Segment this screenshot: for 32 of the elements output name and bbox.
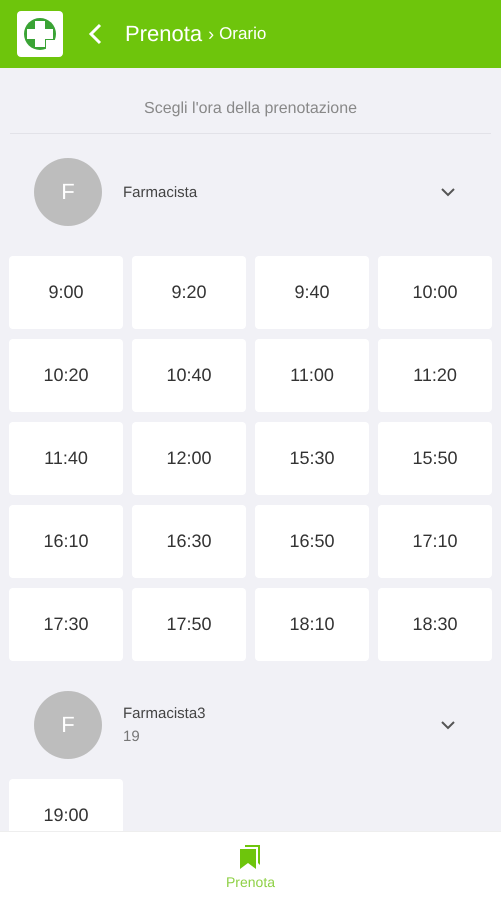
time-slot-button[interactable]: 15:50 — [378, 422, 492, 495]
time-slot-button[interactable]: 15:30 — [255, 422, 369, 495]
bookmarks-icon — [238, 844, 262, 870]
time-slot-button[interactable]: 11:20 — [378, 339, 492, 412]
time-slot-button[interactable]: 16:10 — [9, 505, 123, 578]
time-slot-button[interactable]: 16:50 — [255, 505, 369, 578]
pharmacist-name: Farmacista3 — [123, 705, 207, 722]
instruction-text: Scegli l'ora della prenotazione — [10, 100, 491, 134]
time-slot-button[interactable]: 11:40 — [9, 422, 123, 495]
time-slot-button[interactable]: 10:00 — [378, 256, 492, 329]
time-slot-button[interactable]: 17:50 — [132, 588, 246, 661]
time-slot-button[interactable]: 9:20 — [132, 256, 246, 329]
page-subtitle: Orario — [219, 24, 266, 44]
pharmacist-detail: 19 — [123, 728, 141, 745]
page-title: Prenota — [125, 21, 202, 47]
time-slot-button[interactable]: 17:30 — [9, 588, 123, 661]
time-slot-button[interactable]: 10:20 — [9, 339, 123, 412]
time-slot-button[interactable]: 16:30 — [132, 505, 246, 578]
time-slot-button[interactable]: 19:00 — [9, 779, 123, 831]
avatar: F — [34, 691, 102, 759]
avatar: F — [34, 158, 102, 226]
pharmacist-name: Farmacista — [123, 184, 198, 200]
time-slot-button[interactable]: 9:00 — [9, 256, 123, 329]
time-slot-button[interactable]: 18:30 — [378, 588, 492, 661]
time-slot-button[interactable]: 11:00 — [255, 339, 369, 412]
time-slot-button[interactable]: 9:40 — [255, 256, 369, 329]
time-slot-button[interactable]: 12:00 — [132, 422, 246, 495]
breadcrumb-separator: › — [208, 24, 214, 44]
time-slot-button[interactable]: 10:40 — [132, 339, 246, 412]
app-logo — [17, 11, 63, 57]
time-slot-button[interactable]: 18:10 — [255, 588, 369, 661]
time-slot-button[interactable]: 17:10 — [378, 505, 492, 578]
